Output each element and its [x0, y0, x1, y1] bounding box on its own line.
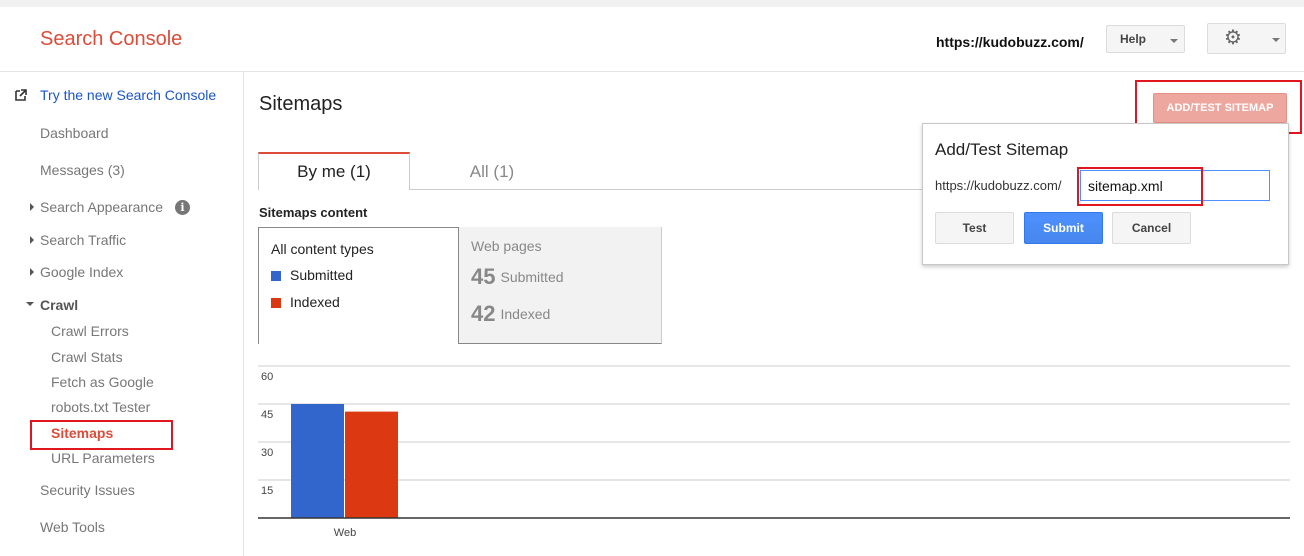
sidebar-item-search-traffic[interactable]: Search Traffic [40, 232, 126, 248]
chevron-down-icon [1272, 38, 1280, 42]
sidebar-item-crawl-stats[interactable]: Crawl Stats [51, 349, 123, 365]
sitemap-bar-chart: 15 30 45 60 Web [258, 365, 1290, 539]
page-title: Sitemaps [259, 93, 343, 115]
x-tick-label: Web [334, 527, 356, 539]
content-type-legend[interactable]: All content types Submitted Indexed [258, 227, 459, 344]
dialog-title: Add/Test Sitemap [935, 140, 1069, 159]
sidebar-item-security-issues[interactable]: Security Issues [40, 482, 135, 498]
legend-label: Submitted [290, 267, 354, 283]
submitted-count: 45 [471, 264, 496, 289]
help-button[interactable]: Help [1106, 25, 1185, 53]
sidebar-item-dashboard[interactable]: Dashboard [40, 125, 109, 141]
external-link-icon [15, 89, 27, 101]
indexed-count: 42 [471, 301, 496, 326]
submit-button[interactable]: Submit [1024, 212, 1103, 244]
legend-item-submitted[interactable]: Submitted [271, 267, 353, 283]
stat-submitted: 45 Submitted [471, 264, 564, 290]
browser-top-strip [0, 0, 1304, 7]
gear-icon: ⚙ [1224, 27, 1242, 49]
sidebar: Try the new Search Console Dashboard Mes… [0, 72, 244, 556]
app-logo[interactable]: Search Console [40, 28, 182, 51]
add-test-sitemap-dialog: Add/Test Sitemap https://kudobuzz.com/ T… [922, 123, 1289, 265]
y-tick-label: 30 [261, 447, 273, 459]
y-tick-label: 45 [261, 409, 273, 421]
caret-right-icon[interactable] [30, 203, 34, 211]
caret-right-icon[interactable] [30, 268, 34, 276]
sidebar-item-crawl[interactable]: Crawl [40, 297, 78, 313]
help-label: Help [1120, 32, 1147, 46]
sidebar-item-crawl-errors[interactable]: Crawl Errors [51, 323, 129, 339]
header: Search Console https://kudobuzz.com/ Hel… [0, 7, 1304, 72]
sidebar-item-url-parameters[interactable]: URL Parameters [51, 450, 155, 466]
info-icon[interactable]: i [175, 200, 190, 215]
sidebar-item-messages[interactable]: Messages (3) [40, 162, 125, 178]
tab-all[interactable]: All (1) [412, 154, 572, 190]
legend-heading: All content types [271, 241, 374, 257]
sidebar-item-robots-tester[interactable]: robots.txt Tester [51, 399, 150, 415]
bar-indexed[interactable] [345, 411, 398, 518]
legend-item-indexed[interactable]: Indexed [271, 294, 340, 310]
indexed-label: Indexed [500, 306, 551, 322]
url-prefix: https://kudobuzz.com/ [935, 178, 1062, 193]
submitted-swatch [271, 271, 281, 281]
sidebar-item-search-appearance[interactable]: Search Appearance [40, 199, 163, 215]
property-selector[interactable]: https://kudobuzz.com/ [936, 34, 1084, 50]
chevron-down-icon [1170, 39, 1178, 43]
stats-heading: Web pages [471, 238, 542, 254]
section-title: Sitemaps content [259, 205, 368, 220]
bar-submitted[interactable] [291, 404, 344, 518]
sidebar-item-google-index[interactable]: Google Index [40, 264, 123, 280]
test-button[interactable]: Test [935, 212, 1014, 244]
submitted-label: Submitted [500, 269, 564, 285]
annotation-highlight-input [1077, 167, 1203, 206]
y-tick-label: 15 [261, 485, 273, 497]
annotation-highlight-sitemaps [30, 420, 173, 450]
cancel-button[interactable]: Cancel [1112, 212, 1191, 244]
tab-by-me[interactable]: By me (1) [258, 152, 410, 190]
try-new-console-link[interactable]: Try the new Search Console [40, 87, 216, 103]
legend-label: Indexed [290, 294, 340, 310]
web-pages-stats[interactable]: Web pages 45 Submitted 42 Indexed [459, 227, 662, 344]
indexed-swatch [271, 298, 281, 308]
stat-indexed: 42 Indexed [471, 301, 550, 327]
sidebar-item-web-tools[interactable]: Web Tools [40, 519, 105, 535]
caret-right-icon[interactable] [30, 236, 34, 244]
settings-button[interactable]: ⚙ [1207, 23, 1286, 54]
caret-down-icon[interactable] [26, 302, 34, 306]
y-tick-label: 60 [261, 371, 273, 383]
sidebar-item-fetch-as-google[interactable]: Fetch as Google [51, 374, 154, 390]
